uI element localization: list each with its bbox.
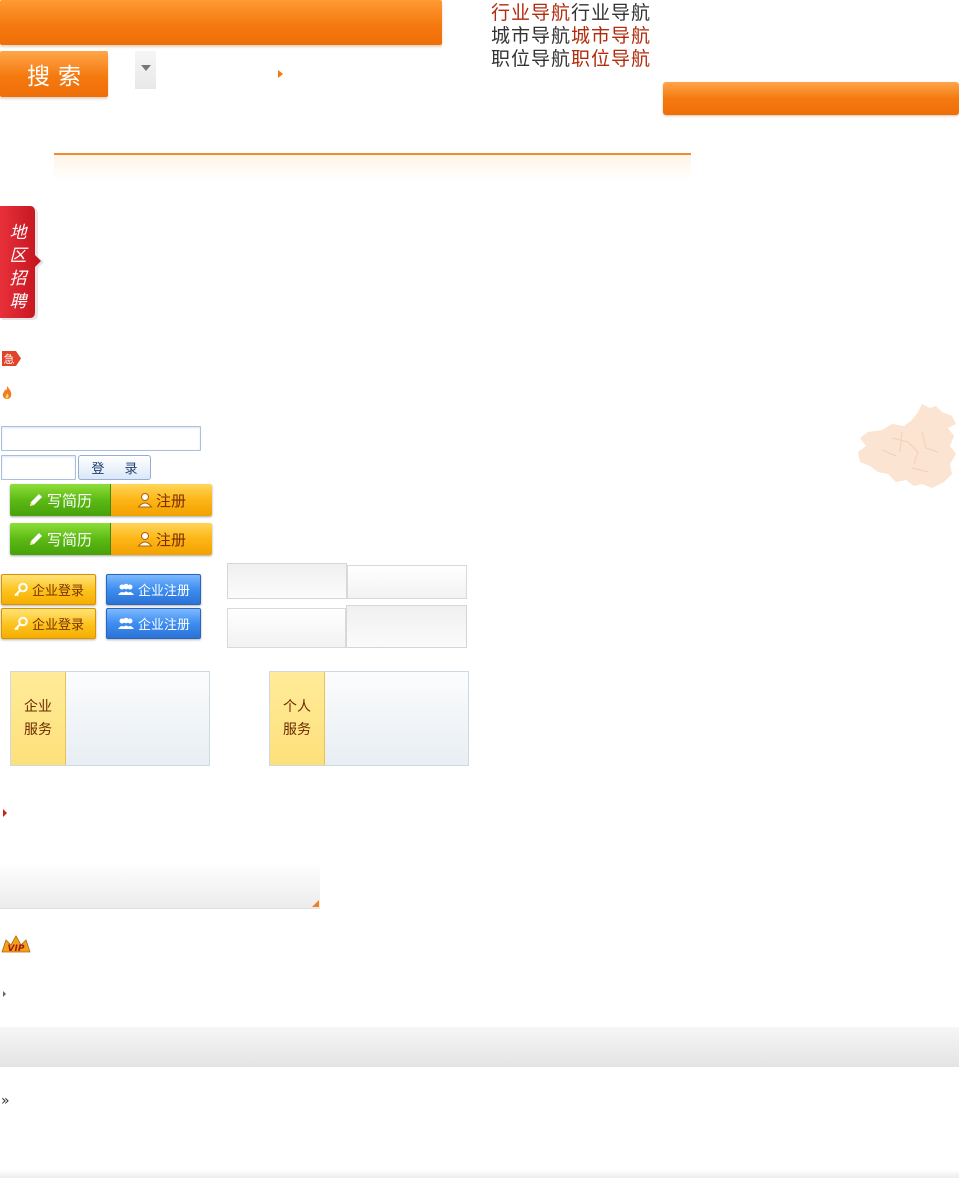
small-arrow-icon: [3, 991, 6, 997]
nav-link-position[interactable]: 职位导航: [491, 48, 571, 70]
nav-link-position-alt[interactable]: 职位导航: [571, 48, 651, 70]
register-label: 注册: [155, 491, 186, 510]
arrow-right-icon: [278, 70, 283, 78]
enterprise-service-label: 企业 服务: [11, 672, 66, 765]
enterprise-service-box[interactable]: 企业 服务: [10, 671, 210, 766]
footer-bar: [0, 1027, 959, 1067]
personal-service-label: 个人 服务: [270, 672, 325, 765]
nav-link-city-alt[interactable]: 城市导航: [571, 25, 651, 47]
corner-triangle-icon: [312, 900, 319, 907]
search-category-dropdown[interactable]: [135, 51, 156, 89]
corp-register-button-hover[interactable]: 企业注册: [106, 608, 201, 639]
urgent-icon: 急: [1, 350, 22, 367]
login-button[interactable]: 登 录: [78, 455, 151, 480]
nav-row-industry: 行业导航行业导航: [491, 2, 681, 25]
nav-row-position: 职位导航职位导航: [491, 48, 681, 71]
section-divider: [54, 153, 691, 181]
nav-link-city[interactable]: 城市导航: [491, 25, 571, 47]
key-icon: [14, 616, 28, 630]
urgent-badge-text: 急: [4, 352, 15, 366]
search-button[interactable]: 搜索: [0, 51, 108, 97]
users-icon: [117, 617, 134, 629]
pencil-icon: [29, 533, 42, 545]
password-input[interactable]: [1, 455, 76, 480]
bottom-bar: [0, 1170, 959, 1178]
write-resume-label: 写简历: [46, 491, 92, 510]
corp-register-label: 企业注册: [137, 584, 190, 599]
vip-icon: VIP: [0, 934, 32, 954]
tab-bg-inactive[interactable]: [347, 565, 467, 599]
fire-icon: [1, 385, 13, 401]
corp-login-label: 企业登录: [31, 618, 84, 633]
nav-links-block: 行业导航行业导航 城市导航城市导航 职位导航职位导航: [491, 2, 681, 71]
users-icon: [117, 583, 134, 595]
corp-register-label: 企业注册: [137, 618, 190, 633]
nav-row-city: 城市导航城市导航: [491, 25, 681, 48]
right-orange-bar: [663, 82, 959, 115]
write-resume-label: 写简历: [46, 530, 92, 549]
write-resume-button[interactable]: 写简历: [10, 484, 111, 516]
register-label: 注册: [155, 530, 186, 549]
region-tag-label: 地区招聘: [9, 223, 27, 312]
caret-down-icon: [140, 65, 151, 71]
corp-login-button-hover[interactable]: 企业登录: [1, 608, 96, 639]
user-icon: [137, 493, 153, 508]
corp-login-button[interactable]: 企业登录: [1, 574, 96, 605]
nav-link-industry[interactable]: 行业导航: [491, 2, 571, 24]
user-icon: [137, 532, 153, 547]
write-resume-button-hover[interactable]: 写简历: [10, 523, 111, 555]
china-map-icon[interactable]: [852, 402, 959, 492]
top-banner-bar: [0, 0, 442, 45]
nav-link-industry-alt[interactable]: 行业导航: [571, 2, 651, 24]
key-icon: [14, 582, 28, 596]
corp-login-label: 企业登录: [31, 584, 84, 599]
username-input[interactable]: [1, 426, 201, 451]
tab-bg-active-2[interactable]: [346, 605, 467, 648]
red-arrow-icon: [3, 809, 7, 817]
corp-register-button[interactable]: 企业注册: [106, 574, 201, 605]
tab-bg-active[interactable]: [227, 563, 347, 599]
pencil-icon: [29, 494, 42, 506]
personal-service-box[interactable]: 个人 服务: [269, 671, 469, 766]
register-button[interactable]: 注册: [111, 484, 212, 516]
region-recruit-tag[interactable]: 地区招聘: [0, 206, 44, 322]
vip-badge-text: VIP: [8, 944, 25, 954]
tab-bg-inactive-2[interactable]: [227, 608, 346, 648]
resume-register-group-1: 写简历 注册: [10, 484, 212, 516]
more-arrows-icon[interactable]: »: [1, 1093, 10, 1109]
resume-register-group-2: 写简历 注册: [10, 523, 212, 555]
register-button-hover[interactable]: 注册: [111, 523, 212, 555]
grey-panel: [0, 862, 320, 909]
